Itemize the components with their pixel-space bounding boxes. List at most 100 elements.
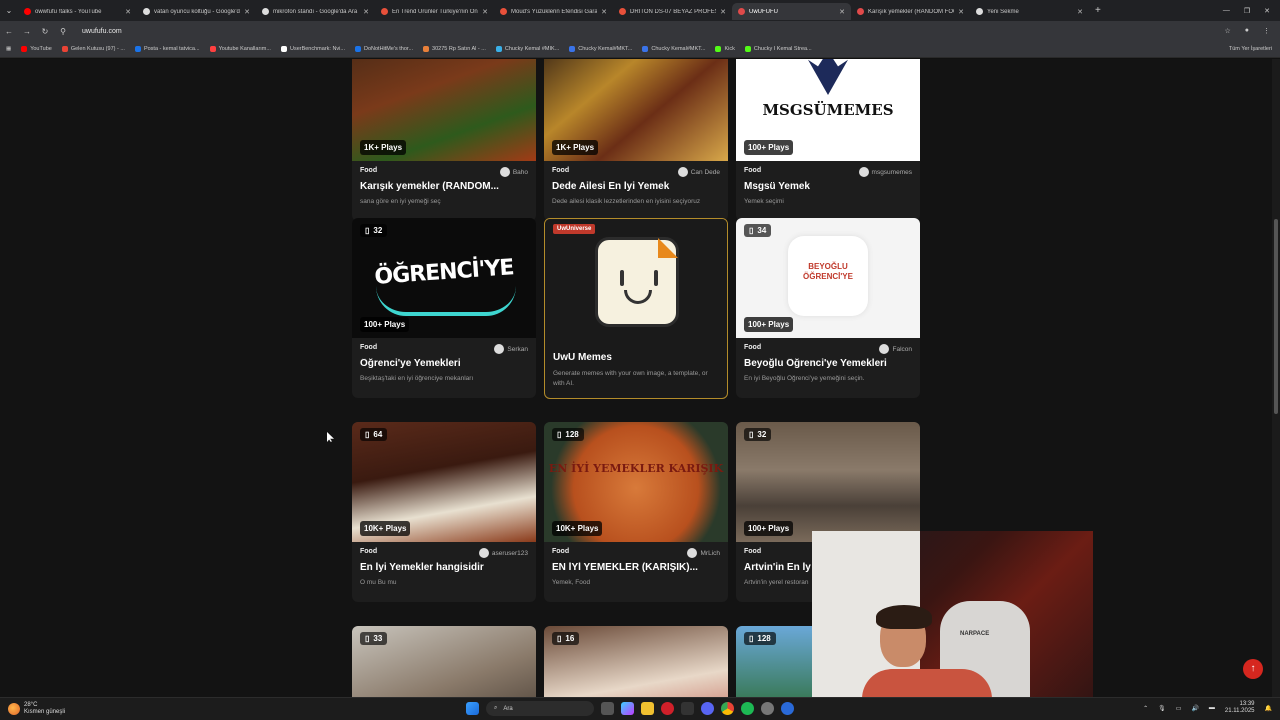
battery-icon[interactable]: ▬	[1209, 705, 1215, 711]
card-title[interactable]: Beyoğlu Öğrenci'ye Yemekleri	[744, 358, 912, 369]
app-icon[interactable]	[781, 702, 794, 715]
scrollbar-thumb[interactable]	[1274, 219, 1278, 414]
plays-badge: 100+ Plays	[744, 140, 794, 155]
terminal-icon[interactable]	[681, 702, 694, 715]
page-scrollbar[interactable]	[1272, 59, 1280, 697]
bookmark-item[interactable]: Chucky Kemal #MIK...	[495, 46, 559, 52]
close-tab-icon[interactable]: ✕	[720, 8, 726, 16]
game-card-en-iyi-hangisidir[interactable]: ▯ 64 10K+ Plays Food aseruser123 En İyi Y…	[352, 422, 536, 602]
spotify-icon[interactable]	[741, 702, 754, 715]
close-tab-icon[interactable]: ✕	[601, 8, 607, 16]
card-title[interactable]: Msgsü Yemek	[744, 181, 912, 192]
author[interactable]: msgsumemes	[858, 167, 912, 177]
bookmark-item[interactable]: DoNotHitMe's thor...	[354, 46, 413, 52]
close-tab-icon[interactable]: ✕	[125, 8, 131, 16]
close-tab-icon[interactable]: ✕	[1077, 8, 1083, 16]
user-avatar-icon	[499, 167, 510, 177]
tab-search-icon[interactable]: ⌄	[0, 6, 18, 15]
bookmark-item[interactable]: Chucky Kemal#MKT...	[569, 46, 632, 52]
tab-moud[interactable]: Moud's Yüzüklerin Efendisi Garaj... ✕	[494, 3, 613, 20]
close-tab-icon[interactable]: ✕	[958, 8, 964, 16]
microphone-icon[interactable]: 🎙	[1158, 705, 1166, 712]
bookmarks-bar: ▦ YouTube Gelen Kutusu (97) - ... Posta - …	[0, 41, 1280, 58]
system-tray: ⌃ 🎙 ▭ 🔊 ▬ 13:39 21.11.2025 🔔	[1143, 701, 1272, 715]
tab-driton[interactable]: DRİTON DS-07 BEYAZ PROFESYON...✕	[613, 3, 732, 20]
game-card-beyoglu[interactable]: ▯ 34 BEYOĞLU ÖĞRENCİ'YE 100+ Plays Food F…	[736, 218, 920, 398]
uwu-memes-card[interactable]: UwUniverse UwU Memes Generate memes with…	[544, 218, 728, 399]
close-window-icon[interactable]: ✕	[1264, 7, 1270, 15]
card-title[interactable]: Karışık yemekler (RANDOM...	[360, 181, 528, 192]
scroll-to-top-button[interactable]: ↑	[1243, 659, 1263, 679]
tab-google-mic[interactable]: mikrofon standı - Google'da Ara ✕	[256, 3, 375, 20]
author[interactable]: aseruser123	[478, 548, 528, 558]
bookmark-item[interactable]: Chucky Kemal#MKT...	[642, 46, 705, 52]
search-icon: ⌕	[494, 705, 498, 711]
game-card-karisik[interactable]: 1K+ Plays Food Baho Karışık yemekler (RA…	[352, 59, 536, 221]
author[interactable]: Can Dede	[677, 167, 720, 177]
bookmark-item[interactable]: Youtube Kanallarım...	[209, 46, 271, 52]
back-icon[interactable]: ←	[0, 27, 18, 36]
taskbar-search[interactable]: ⌕ Ara	[486, 701, 594, 716]
settings-gear-icon[interactable]	[761, 702, 774, 715]
discord-icon[interactable]	[701, 702, 714, 715]
url-field[interactable]: uwufufu.com	[82, 28, 1224, 35]
author[interactable]: MrLich	[687, 548, 720, 558]
card-title[interactable]: EN İYİ YEMEKLER (KARIŞIK)...	[552, 562, 720, 573]
bookmark-item[interactable]: Chucky I Kemal Strea...	[744, 46, 812, 52]
author[interactable]: Falcon	[879, 344, 912, 354]
windows-start-icon[interactable]	[466, 702, 479, 715]
game-card-msgsu[interactable]: MSGSÜMEMES 100+ Plays Food msgsumemes Ms…	[736, 59, 920, 221]
tab-new-tab[interactable]: Yeni Sekme ✕	[970, 3, 1089, 20]
game-card-ogrenciye[interactable]: ▯ 32 ÖĞRENCİ'YE 100+ Plays Food Serkan Öğ…	[352, 218, 536, 398]
bookmark-star-icon[interactable]: ☆	[1224, 27, 1230, 35]
game-card-row4-2[interactable]: ▯ 16	[544, 626, 728, 697]
bookmark-item[interactable]: Posta - kemal tatvica...	[134, 46, 200, 52]
minimize-icon[interactable]: —	[1223, 7, 1230, 15]
profile-avatar[interactable]: ●	[1245, 27, 1249, 35]
weather-widget[interactable]: 28°C Kısmen güneşli	[0, 702, 120, 716]
restore-icon[interactable]: ❐	[1244, 7, 1250, 15]
bookmark-item[interactable]: Kick	[715, 46, 735, 52]
card-title[interactable]: Dede Ailesi En İyi Yemek	[552, 181, 720, 192]
tray-chevron-icon[interactable]: ⌃	[1143, 705, 1148, 712]
menu-kebab-icon[interactable]: ⋮	[1263, 27, 1270, 35]
card-title[interactable]: UwU Memes	[553, 352, 719, 363]
chrome-icon[interactable]	[721, 702, 734, 715]
site-info-icon[interactable]: ⚲	[54, 27, 72, 36]
author[interactable]: Serkan	[494, 344, 528, 354]
author[interactable]: Baho	[499, 167, 528, 177]
tab-youtube[interactable]: owwfufu !talks - YouTube ✕	[18, 3, 137, 20]
bookmark-item[interactable]: 30275 Rp Satın Al - ...	[423, 46, 486, 52]
opera-gx-icon[interactable]	[661, 702, 674, 715]
task-view-icon[interactable]	[601, 702, 614, 715]
tab-google-chair[interactable]: vatan oyuncu koltuğu - Google'da Ara✕	[137, 3, 256, 20]
tab-karisik[interactable]: Karışık yemekler (RANDOM FOOD...✕	[851, 3, 970, 20]
apps-grid-icon[interactable]: ▦	[6, 46, 11, 52]
all-bookmarks-folder[interactable]: Tüm Yer İşaretleri	[1229, 46, 1280, 52]
copilot-icon[interactable]	[621, 702, 634, 715]
card-title[interactable]: En İyi Yemekler hangisidir	[360, 562, 528, 573]
card-title[interactable]: Öğrenci'ye Yemekleri	[360, 358, 528, 369]
close-tab-icon[interactable]: ✕	[482, 8, 488, 16]
bookmark-item[interactable]: YouTube	[21, 46, 52, 52]
bookmark-item[interactable]: UserBenchmark: Nvi...	[280, 46, 345, 52]
close-tab-icon[interactable]: ✕	[363, 8, 369, 16]
new-tab-plus-icon[interactable]: +	[1089, 5, 1107, 16]
file-explorer-icon[interactable]	[641, 702, 654, 715]
eagle-emblem-icon	[808, 59, 848, 95]
bookmark-item[interactable]: Gelen Kutusu (97) - ...	[61, 46, 125, 52]
game-card-row4-1[interactable]: ▯ 33	[352, 626, 536, 697]
volume-icon[interactable]: 🔊	[1191, 705, 1198, 712]
clock[interactable]: 13:39 21.11.2025	[1225, 701, 1255, 715]
forward-icon[interactable]: →	[18, 27, 36, 36]
game-card-karisik-caps[interactable]: ▯ 128 EN İYİ YEMEKLER KARIŞIK 10K+ Plays …	[544, 422, 728, 602]
game-card-dede[interactable]: 1K+ Plays Food Can Dede Dede Ailesi En İ…	[544, 59, 728, 221]
close-tab-icon[interactable]: ✕	[839, 8, 845, 16]
notification-bell-icon[interactable]: 🔔	[1265, 705, 1272, 712]
card-thumbnail: 1K+ Plays	[352, 59, 536, 161]
tab-trend[interactable]: En Trend Ürünler Türkiye'nin Onlin...✕	[375, 3, 494, 20]
network-icon[interactable]: ▭	[1176, 705, 1182, 712]
tab-uwufufu[interactable]: UwUFUFU ✕	[732, 3, 851, 20]
reload-icon[interactable]: ↻	[36, 27, 54, 36]
close-tab-icon[interactable]: ✕	[244, 8, 250, 16]
